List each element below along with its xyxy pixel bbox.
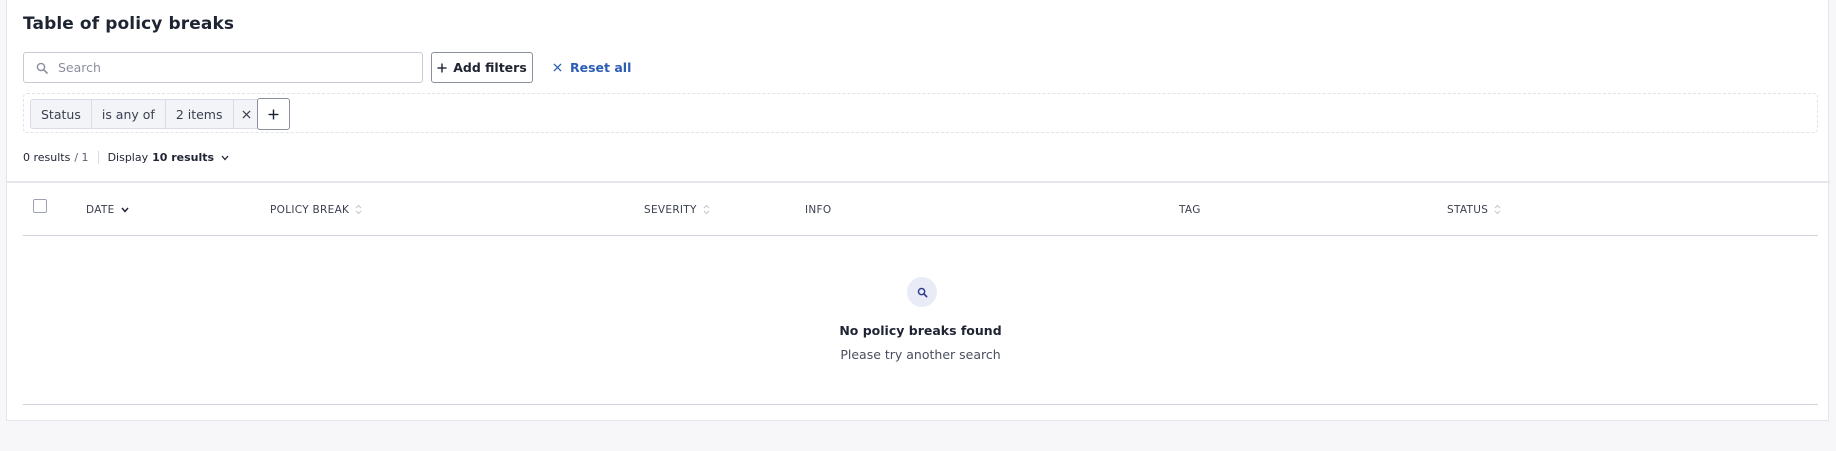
plus-icon bbox=[437, 63, 447, 72]
column-severity[interactable]: SEVERITY bbox=[644, 183, 710, 236]
select-all-checkbox[interactable] bbox=[33, 199, 47, 213]
policy-breaks-card: Table of policy breaks Add filters Reset… bbox=[6, 0, 1830, 421]
page-title: Table of policy breaks bbox=[23, 14, 235, 34]
results-count: 0 results bbox=[23, 151, 71, 164]
column-tag-label: TAG bbox=[1179, 203, 1201, 216]
display-label: Display bbox=[107, 151, 149, 164]
add-filters-label: Add filters bbox=[453, 60, 527, 75]
sort-icon bbox=[703, 204, 710, 215]
chevron-down-icon bbox=[221, 155, 229, 160]
close-icon bbox=[553, 63, 562, 72]
column-date[interactable]: DATE bbox=[86, 183, 129, 236]
reset-all-label: Reset all bbox=[570, 60, 632, 75]
results-summary: 0 results / 1 Display 10 results bbox=[23, 151, 229, 164]
column-status-label: STATUS bbox=[1447, 203, 1489, 216]
reset-all-button[interactable]: Reset all bbox=[553, 52, 631, 83]
column-info: INFO bbox=[805, 183, 831, 236]
column-tag: TAG bbox=[1179, 183, 1201, 236]
search-icon bbox=[907, 277, 937, 307]
filter-operator[interactable]: is any of bbox=[92, 100, 166, 128]
add-filters-button[interactable]: Add filters bbox=[431, 52, 533, 83]
search-icon bbox=[36, 62, 48, 74]
column-severity-label: SEVERITY bbox=[644, 203, 697, 216]
column-info-label: INFO bbox=[805, 203, 832, 216]
sort-icon bbox=[355, 204, 362, 215]
empty-state-title: No policy breaks found bbox=[839, 323, 1002, 338]
column-status[interactable]: STATUS bbox=[1447, 183, 1501, 236]
close-icon bbox=[241, 109, 251, 119]
column-policy-break-label: POLICY BREAK bbox=[270, 203, 350, 216]
add-filter-button[interactable] bbox=[257, 98, 290, 130]
page-count: / 1 bbox=[74, 151, 89, 164]
status-filter-chip[interactable]: Status is any of 2 items bbox=[30, 99, 260, 129]
filter-value[interactable]: 2 items bbox=[166, 100, 234, 128]
column-policy-break[interactable]: POLICY BREAK bbox=[270, 183, 362, 236]
divider bbox=[97, 151, 99, 164]
active-filters-bar: Status is any of 2 items bbox=[23, 93, 1818, 133]
search-input[interactable] bbox=[58, 60, 398, 75]
search-box[interactable] bbox=[23, 52, 423, 83]
filter-field: Status bbox=[31, 100, 92, 128]
sort-desc-icon bbox=[120, 207, 129, 213]
empty-state-subtitle: Please try another search bbox=[840, 347, 1001, 362]
column-date-label: DATE bbox=[86, 203, 115, 216]
display-size-select[interactable]: Display 10 results bbox=[108, 151, 230, 164]
display-value: 10 results bbox=[152, 151, 215, 164]
remove-filter-button[interactable] bbox=[234, 100, 259, 128]
empty-state: No policy breaks found Please try anothe… bbox=[23, 237, 1818, 405]
table-header: DATE POLICY BREAK SEVERITY INFO TAG STAT… bbox=[23, 183, 1818, 236]
sort-icon bbox=[1494, 204, 1501, 215]
plus-icon bbox=[268, 109, 279, 119]
